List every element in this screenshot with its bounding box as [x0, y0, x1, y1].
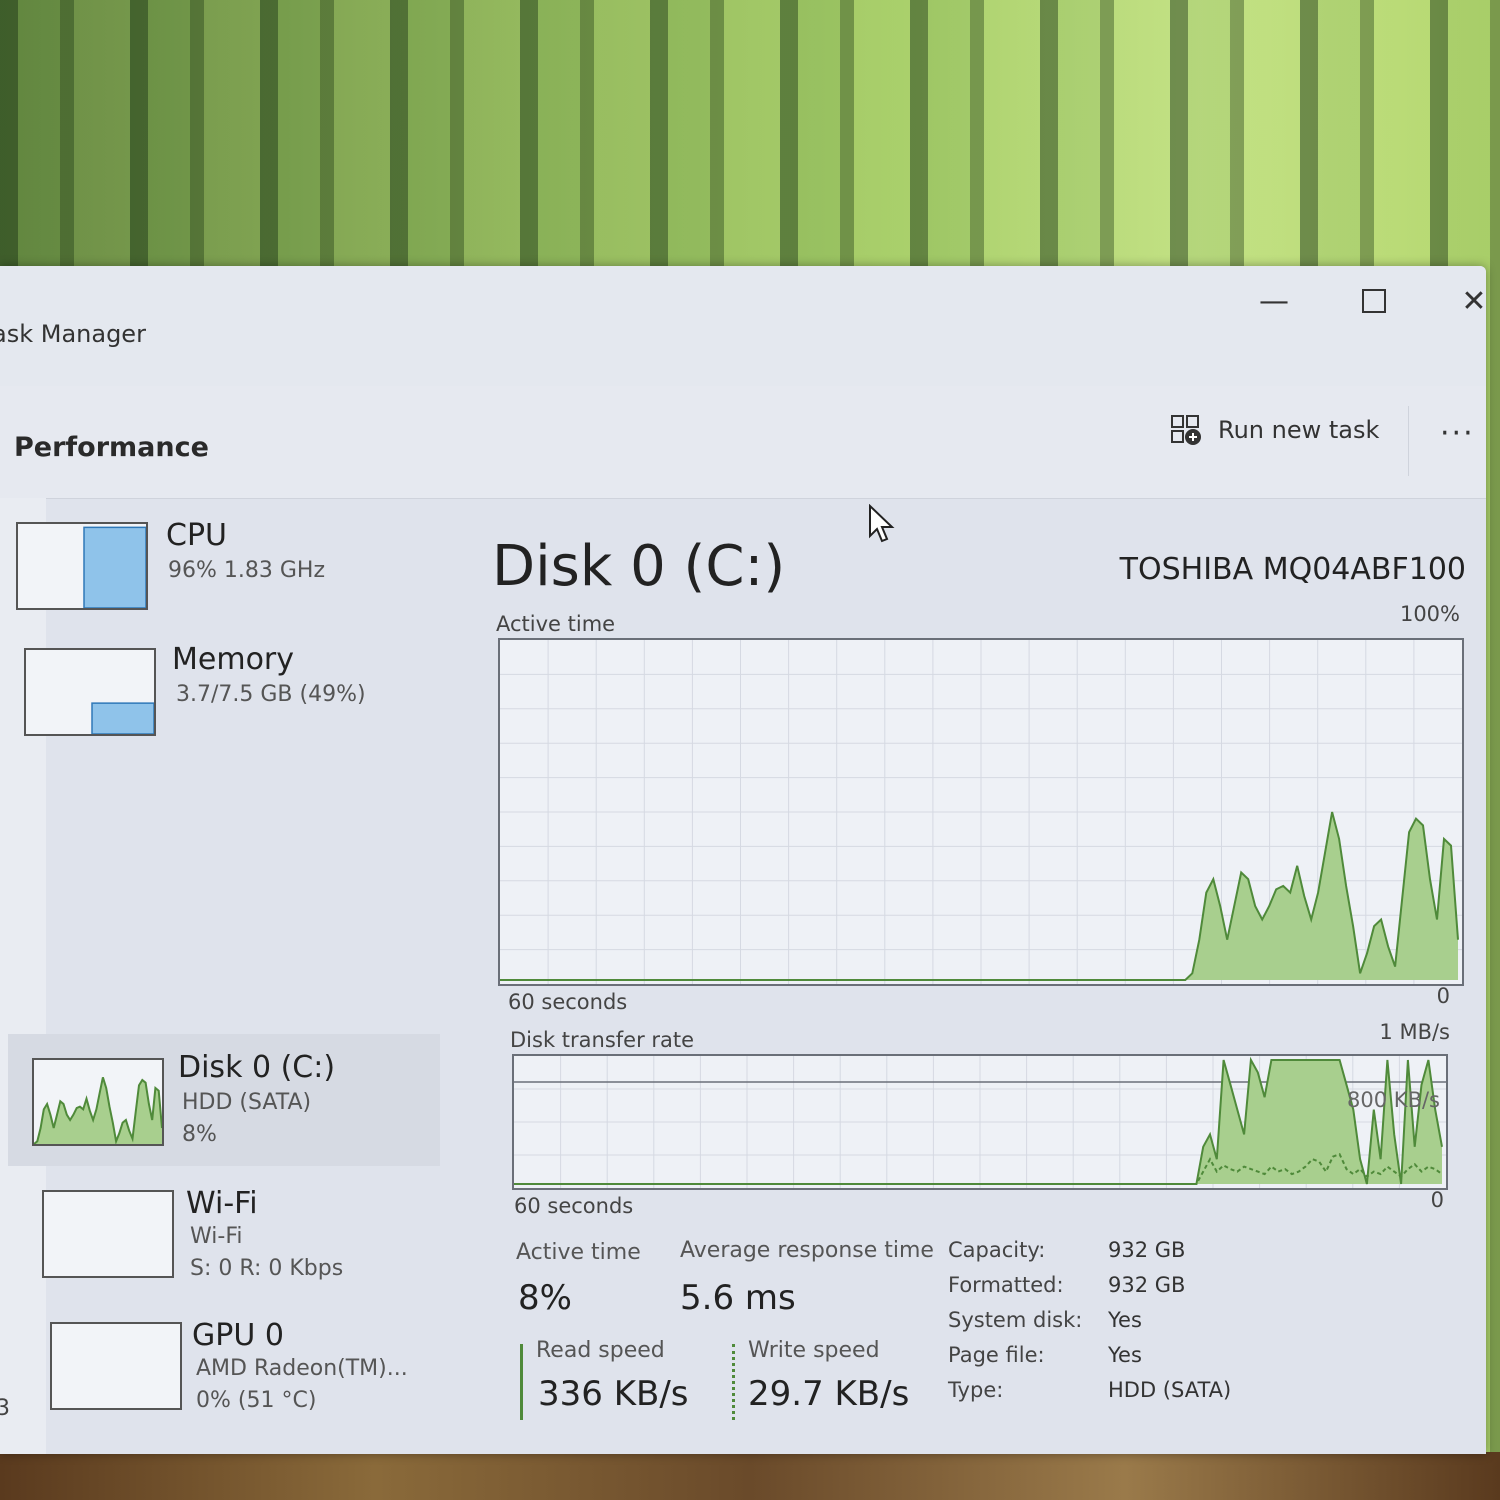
write-speed-value: 29.7 KB/s — [748, 1374, 910, 1414]
disk-thumbnail-graph — [32, 1058, 164, 1146]
property-key: System disk: — [948, 1308, 1083, 1332]
desktop-wallpaper-bottom — [0, 1452, 1500, 1500]
disk-thumbnail-series-area — [34, 1077, 162, 1144]
sidebar-item-label: Memory — [172, 642, 295, 677]
nav-rail-number: 3 — [0, 1396, 10, 1421]
active-time-value: 8% — [518, 1278, 572, 1318]
read-speed-marker — [520, 1344, 523, 1420]
run-task-icon — [1170, 414, 1202, 446]
more-options-button[interactable]: ··· — [1440, 416, 1475, 451]
read-speed-value: 336 KB/s — [538, 1374, 689, 1414]
page-title: Performance — [14, 432, 209, 463]
property-key: Capacity: — [948, 1238, 1046, 1262]
cpu-thumbnail-graph — [16, 522, 148, 610]
sidebar-item-label: GPU 0 — [192, 1318, 284, 1353]
close-icon: ✕ — [1461, 283, 1486, 319]
property-key: Type: — [948, 1378, 1004, 1402]
disk-model: TOSHIBA MQ04ABF100 — [1119, 552, 1466, 587]
avg-response-label: Average response time — [680, 1238, 934, 1263]
thumbnail-fill — [83, 526, 146, 608]
sidebar-item-label: Disk 0 (C:) — [178, 1050, 336, 1085]
title-bar[interactable]: ask Manager — ✕ — [0, 266, 1486, 386]
memory-thumbnail-graph — [24, 648, 156, 736]
transfer-rate-graph-mid: 800 KB/s — [1347, 1088, 1440, 1112]
window-title: ask Manager — [0, 320, 146, 348]
transfer-rate-graph-label: Disk transfer rate — [510, 1028, 695, 1052]
write-speed-label: Write speed — [748, 1338, 880, 1363]
wifi-thumbnail-graph — [42, 1190, 174, 1278]
sidebar-item-usage: 8% — [182, 1122, 217, 1147]
sidebar-item-detail: HDD (SATA) — [182, 1090, 312, 1115]
write-speed-marker — [732, 1344, 735, 1420]
disk-title: Disk 0 (C:) — [492, 534, 786, 599]
sidebar-item-disk-0[interactable]: Disk 0 (C:) HDD (SATA) 8% — [8, 1034, 440, 1166]
sidebar-item-gpu-0[interactable]: GPU 0 AMD Radeon(TM)... 0% (51 °C) — [38, 1318, 468, 1438]
sidebar-item-memory[interactable]: Memory 3.7/7.5 GB (49%) — [14, 642, 444, 766]
sidebar-item-label: CPU — [166, 518, 227, 553]
active-time-series-area — [500, 812, 1458, 980]
task-manager-window: ask Manager — ✕ Performance Run new task… — [0, 266, 1486, 1454]
resource-list: CPU 96% 1.83 GHz Memory 3.7/7.5 GB (49%)… — [0, 498, 450, 1413]
sidebar-item-wifi[interactable]: Wi-Fi Wi-Fi S: 0 R: 0 Kbps — [30, 1186, 460, 1306]
sidebar-item-detail: 3.7/7.5 GB (49%) — [176, 682, 366, 707]
sidebar-item-detail: 96% 1.83 GHz — [168, 558, 326, 583]
property-value: 932 GB — [1108, 1273, 1186, 1297]
property-value: HDD (SATA) — [1108, 1378, 1232, 1402]
gpu-thumbnail-graph — [50, 1322, 182, 1410]
property-value: 932 GB — [1108, 1238, 1186, 1262]
avg-response-value: 5.6 ms — [680, 1278, 796, 1318]
active-time-graph-max: 100% — [1399, 602, 1460, 626]
active-time-label: Active time — [516, 1240, 641, 1265]
property-key: Formatted: — [948, 1273, 1064, 1297]
sidebar-item-detail: AMD Radeon(TM)... — [196, 1356, 408, 1381]
transfer-rate-graph: 800 KB/s — [512, 1054, 1448, 1190]
sidebar-item-label: Wi-Fi — [186, 1186, 258, 1221]
maximize-button[interactable] — [1344, 276, 1404, 326]
thumbnail-fill — [91, 702, 154, 734]
active-time-graph-label: Active time — [496, 612, 616, 636]
transfer-rate-graph-min: 0 — [1430, 1188, 1444, 1212]
close-button[interactable]: ✕ — [1444, 276, 1486, 326]
active-time-graph-xlabel: 60 seconds — [508, 990, 628, 1014]
active-time-graph — [498, 638, 1464, 986]
property-value: Yes — [1108, 1343, 1142, 1367]
sidebar-item-cpu[interactable]: CPU 96% 1.83 GHz — [8, 518, 438, 638]
run-new-task-button[interactable]: Run new task — [1170, 414, 1379, 446]
sidebar-item-usage: 0% (51 °C) — [196, 1388, 317, 1413]
mouse-cursor-icon — [869, 504, 895, 543]
run-new-task-label: Run new task — [1218, 416, 1380, 444]
transfer-rate-graph-xlabel: 60 seconds — [514, 1194, 634, 1218]
disk-details-panel: Disk 0 (C:) TOSHIBA MQ04ABF100 Active ti… — [480, 498, 1480, 1454]
toolbar: Performance Run new task ··· — [0, 386, 1486, 499]
active-time-graph-min: 0 — [1436, 984, 1450, 1008]
toolbar-separator — [1408, 406, 1409, 476]
sidebar-item-throughput: S: 0 R: 0 Kbps — [190, 1256, 344, 1281]
minimize-icon: — — [1259, 283, 1289, 319]
minimize-button[interactable]: — — [1244, 276, 1304, 326]
property-key: Page file: — [948, 1343, 1045, 1367]
read-speed-label: Read speed — [536, 1338, 665, 1363]
property-value: Yes — [1108, 1308, 1142, 1332]
sidebar-item-detail: Wi-Fi — [190, 1224, 243, 1249]
maximize-icon — [1362, 289, 1386, 313]
transfer-rate-graph-max: 1 MB/s — [1379, 1020, 1450, 1044]
